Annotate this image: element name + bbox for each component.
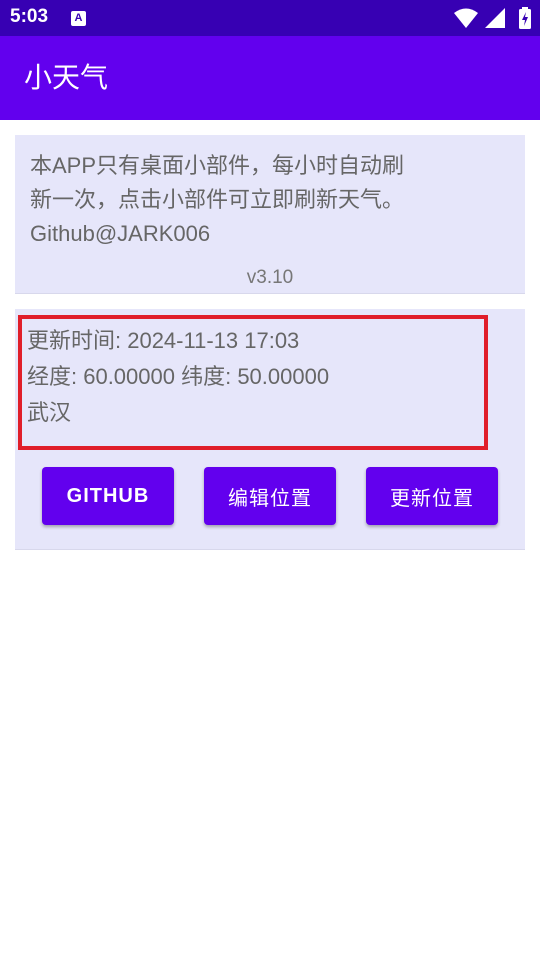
edit-location-button[interactable]: 编辑位置 [204,467,336,525]
status-time: 5:03 [10,6,49,27]
coordinates: 经度: 60.00000 纬度: 50.00000 [27,364,330,389]
notification-icon: A [71,11,86,26]
status-bar: 5:03 A [0,0,540,36]
app-description: 本APP只有桌面小部件，每小时自动刷 新一次，点击小部件可立即刷新天气。 Git… [30,153,405,246]
cellular-signal-icon [485,8,505,28]
weather-card: 更新时间: 2024-11-13 17:03 经度: 60.00000 纬度: … [15,309,525,550]
wifi-icon [454,8,478,28]
battery-charging-icon [519,7,531,29]
city-name: 武汉 [27,400,72,425]
github-button[interactable]: GITHUB [42,467,174,525]
info-card: 本APP只有桌面小部件，每小时自动刷 新一次，点击小部件可立即刷新天气。 Git… [15,135,525,294]
version-label: v3.10 [246,267,294,288]
update-location-button[interactable]: 更新位置 [366,467,498,525]
app-bar: 小天气 [0,36,540,120]
app-title: 小天气 [24,61,109,94]
update-time: 更新时间: 2024-11-13 17:03 [27,328,300,353]
